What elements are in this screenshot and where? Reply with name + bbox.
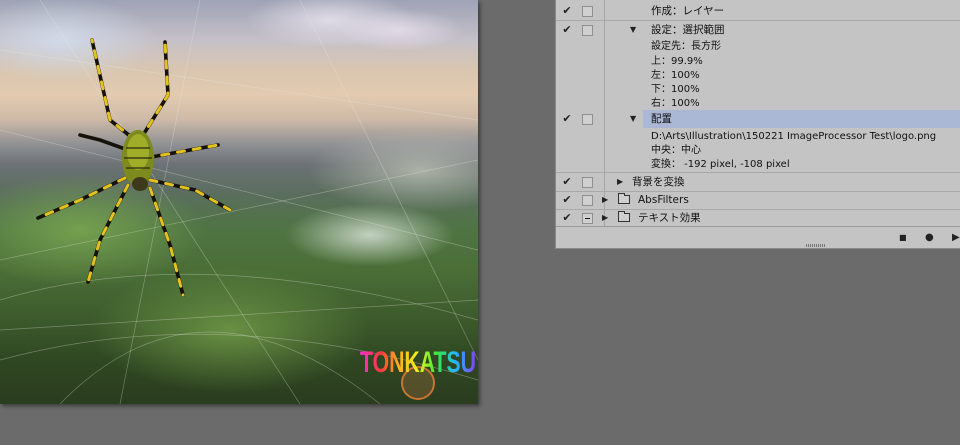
expand-triangle-down-icon[interactable]: ▼	[630, 110, 636, 128]
detail-right: 右：100%	[651, 98, 700, 109]
action-set-absfilters[interactable]: ✔ ▶ AbsFilters	[556, 191, 960, 210]
action-row-create-layer[interactable]: ✔ 作成：レイヤー	[556, 2, 960, 21]
toggle-check-icon[interactable]: ✔	[561, 110, 573, 128]
play-selection-button[interactable]: ▶	[952, 232, 960, 243]
detail-bottom: 下：100%	[651, 84, 700, 95]
expand-triangle-right-icon[interactable]: ▶	[602, 191, 608, 209]
folder-icon	[618, 193, 630, 204]
dialog-toggle-box[interactable]	[582, 6, 593, 17]
expand-triangle-right-icon[interactable]: ▶	[617, 173, 623, 191]
folder-icon	[618, 211, 630, 222]
logo-watermark: TONKATSU	[360, 346, 476, 379]
action-set-text-effects[interactable]: ✔ ▶ テキスト効果	[556, 209, 960, 227]
expand-triangle-right-icon[interactable]: ▶	[602, 209, 608, 227]
action-row-label: 設定：選択範囲	[651, 24, 725, 36]
start-recording-button[interactable]: ●	[925, 232, 934, 243]
watermark-text: TONKATSU	[360, 346, 476, 379]
detail-target: 設定先：長方形	[651, 41, 721, 52]
actions-panel: ✔ 作成：レイヤー ✔ ▼ 設定：選択範囲 設定先：長方形 上：99.9% 左：…	[555, 0, 960, 249]
expand-triangle-down-icon[interactable]: ▼	[630, 21, 636, 39]
toggle-check-icon[interactable]: ✔	[561, 209, 573, 227]
toggle-check-icon[interactable]: ✔	[561, 173, 573, 191]
action-row-label: 作成：レイヤー	[651, 5, 725, 17]
dialog-toggle-box[interactable]	[582, 114, 593, 125]
detail-path: D:\Arts\Illustration\150221 ImageProcess…	[651, 131, 937, 142]
detail-top: 上：99.9%	[651, 56, 703, 67]
toggle-check-icon[interactable]: ✔	[561, 191, 573, 209]
action-set-label: AbsFilters	[638, 194, 689, 206]
actions-toolbar: ■ ● ▶	[556, 226, 960, 248]
dialog-toggle-partial-box[interactable]	[582, 213, 593, 224]
dialog-toggle-box[interactable]	[582, 177, 593, 188]
action-row-convert-background[interactable]: ✔ ▶ 背景を変換	[556, 172, 960, 192]
dialog-toggle-box[interactable]	[582, 25, 593, 36]
dialog-toggle-box[interactable]	[582, 195, 593, 206]
action-set-label: テキスト効果	[638, 212, 701, 224]
stop-recording-button[interactable]: ■	[899, 233, 907, 242]
action-row-set-selection[interactable]: ✔ ▼ 設定：選択範囲	[556, 21, 960, 39]
action-row-label: 配置	[651, 113, 672, 125]
toggle-check-icon[interactable]: ✔	[561, 2, 573, 20]
detail-transform: 変換： -192 pixel, -108 pixel	[651, 159, 790, 170]
resize-grip[interactable]	[806, 244, 826, 247]
document-canvas[interactable]: TONKATSU	[0, 0, 478, 404]
detail-center: 中央：中心	[651, 145, 701, 156]
toggle-check-icon[interactable]: ✔	[561, 21, 573, 39]
action-row-label: 背景を変換	[632, 176, 685, 188]
action-row-place[interactable]: ✔ 配置 ▼	[556, 110, 960, 128]
detail-left: 左：100%	[651, 70, 700, 81]
